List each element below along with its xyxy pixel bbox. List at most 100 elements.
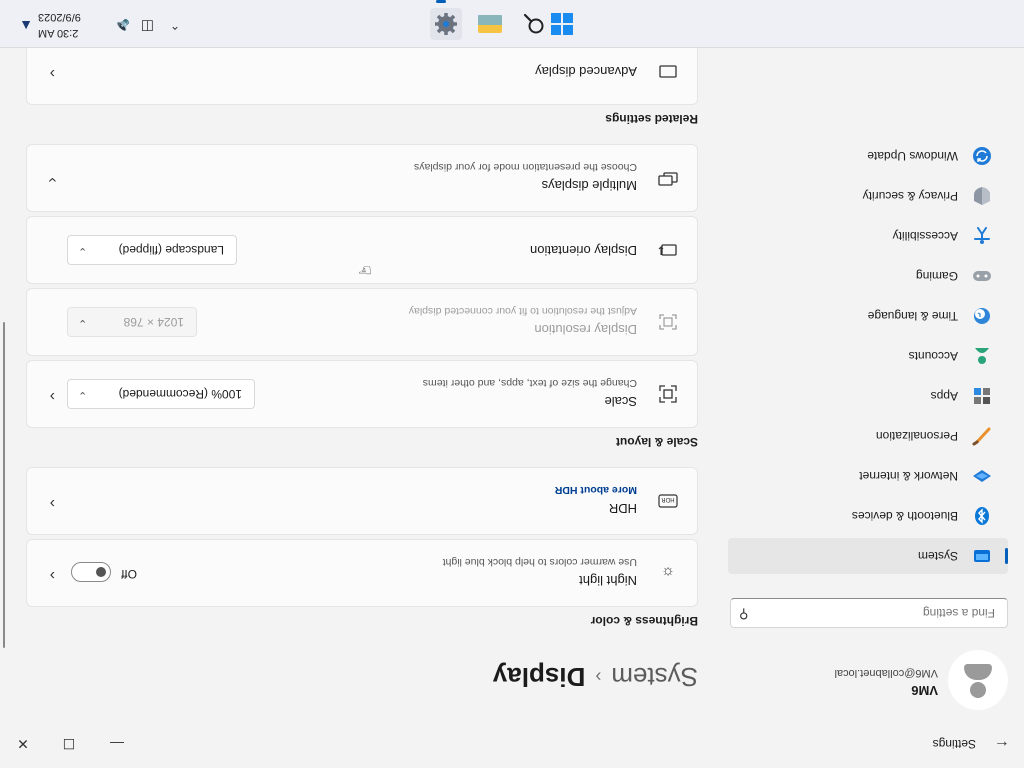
update-icon <box>972 146 992 166</box>
user-head-icon <box>970 682 986 698</box>
window-title: Settings <box>932 737 976 751</box>
sidebar-item-apps[interactable]: Apps <box>728 378 1008 414</box>
avatar[interactable] <box>948 650 1008 710</box>
chevron-up-icon[interactable]: ⌃ <box>170 18 180 32</box>
section-scale-layout: Scale & layout <box>615 435 698 449</box>
volume-icon[interactable]: 🔈 <box>113 18 130 35</box>
chevron-down-icon: ⌄ <box>78 245 88 257</box>
sidebar-item-windows-update[interactable]: Windows Update <box>728 138 1008 174</box>
taskbar-search-button[interactable] <box>518 8 550 40</box>
night-light-toggle[interactable] <box>71 562 111 582</box>
sidebar-item-label: Bluetooth & devices <box>851 509 958 523</box>
sidebar-item-bluetooth[interactable]: Bluetooth & devices <box>728 498 1008 534</box>
night-light-state: Off <box>121 567 137 581</box>
brightness-icon: ☼ <box>661 564 675 582</box>
svg-text:HDR: HDR <box>661 496 674 503</box>
gear-icon <box>435 13 457 35</box>
resolution-dropdown: 1024 × 768 ⌄ <box>67 307 197 337</box>
back-arrow-icon[interactable]: ← <box>994 736 1010 754</box>
account-name: VM6 <box>911 683 938 698</box>
start-button[interactable] <box>546 8 578 40</box>
chevron-right-icon[interactable]: › <box>50 387 55 405</box>
scale-value: 100% (Recommended) <box>118 387 242 401</box>
toggle-knob <box>96 567 106 577</box>
system-icon <box>972 546 992 566</box>
selection-indicator <box>1005 548 1008 564</box>
search-input[interactable] <box>773 605 997 621</box>
sidebar-item-time-language[interactable]: Time & language <box>728 298 1008 334</box>
globe-icon <box>972 306 992 326</box>
resolution-card: Display resolution Adjust the resolution… <box>26 288 698 356</box>
sidebar-item-label: Personalization <box>875 429 958 443</box>
settings-screen: ← Settings — ☐ ✕ VM6 VM6@collabnet.local… <box>0 0 1024 768</box>
maximize-button[interactable]: ☐ <box>46 730 92 758</box>
page-title: Display <box>492 662 586 692</box>
sidebar-item-label: Privacy & security <box>862 189 958 203</box>
clock-time: 2:30 AM <box>38 27 79 39</box>
scale-dropdown[interactable]: 100% (Recommended) ⌄ <box>67 379 255 409</box>
main-content: System › Display Brightness & color ☼ Nigh… <box>0 0 698 720</box>
multiple-displays-card[interactable]: Multiple displays Choose the presentatio… <box>26 144 698 212</box>
multiple-displays-subtitle: Choose the presentation mode for your di… <box>414 161 637 173</box>
breadcrumb-parent[interactable]: System <box>611 662 698 692</box>
night-light-subtitle: Use warmer colors to help block blue lig… <box>442 556 637 568</box>
breadcrumb-chevron-icon: › <box>595 667 602 687</box>
windows-logo-icon <box>551 13 573 35</box>
orientation-icon <box>657 239 679 261</box>
sidebar-item-label: Time & language <box>867 309 958 323</box>
hdr-icon: HDR <box>657 490 679 512</box>
title-bar: ← Settings — ☐ ✕ <box>0 720 1024 768</box>
search-box[interactable]: ⚲ <box>730 598 1008 628</box>
sidebar-item-network[interactable]: Network & internet <box>728 458 1008 494</box>
multiple-displays-icon <box>657 167 679 189</box>
scale-card[interactable]: Scale Change the size of text, apps, and… <box>26 360 698 428</box>
close-button[interactable]: ✕ <box>0 730 46 758</box>
hdr-card[interactable]: HDR HDR More about HDR › <box>26 467 698 535</box>
search-icon[interactable]: ⚲ <box>739 606 749 622</box>
clock-date: 9/9/2023 <box>38 11 81 23</box>
sidebar-item-label: Windows Update <box>867 149 958 163</box>
network-icon <box>972 466 992 486</box>
sidebar-item-accessibility[interactable]: Accessibility <box>728 218 1008 254</box>
sidebar-nav: System Bluetooth & devices Network & int… <box>728 134 1008 574</box>
resolution-value: 1024 × 768 <box>123 315 184 329</box>
hdr-link[interactable]: More about HDR <box>555 484 637 496</box>
section-related-settings: Related settings <box>605 112 698 126</box>
notification-bell-icon[interactable]: ▲ <box>19 18 33 34</box>
sidebar-item-label: Gaming <box>915 269 958 283</box>
sidebar-item-personalization[interactable]: Personalization <box>728 418 1008 454</box>
network-tray-icon[interactable]: ◫ <box>141 18 154 35</box>
orientation-dropdown[interactable]: Landscape (flipped) ⌄ <box>67 235 237 265</box>
file-explorer-button[interactable] <box>474 8 506 40</box>
sidebar-item-label: Apps <box>930 389 958 403</box>
folder-icon <box>478 15 502 33</box>
brush-icon <box>972 426 992 446</box>
scrollbar[interactable] <box>3 322 5 648</box>
night-light-card[interactable]: ☼ Night light Use warmer colors to help … <box>26 539 698 607</box>
sidebar-item-accounts[interactable]: Accounts <box>728 338 1008 374</box>
sidebar-item-gaming[interactable]: Gaming <box>728 258 1008 294</box>
accounts-icon <box>972 346 992 366</box>
active-app-indicator <box>436 0 446 3</box>
apps-icon <box>972 386 992 406</box>
accessibility-icon <box>972 226 992 246</box>
sidebar-item-privacy[interactable]: Privacy & security <box>728 178 1008 214</box>
breadcrumb: System › Display <box>493 661 698 692</box>
scale-icon <box>657 383 679 405</box>
sidebar-item-label: Accounts <box>908 349 958 363</box>
chevron-right-icon[interactable]: › <box>50 566 55 584</box>
chevron-right-icon[interactable]: › <box>50 494 55 512</box>
user-body-icon <box>964 664 992 680</box>
settings-app-button[interactable] <box>430 8 462 40</box>
clock[interactable]: 2:30 AM 9/9/2023 <box>38 9 98 41</box>
sidebar-item-system[interactable]: System <box>728 538 1008 574</box>
section-brightness-color: Brightness & color <box>590 614 698 628</box>
account-email: VM6@collabnet.local <box>834 667 939 679</box>
advanced-display-title: Advanced display <box>535 64 637 79</box>
bluetooth-icon <box>972 506 992 526</box>
minimize-button[interactable]: — <box>94 730 140 758</box>
chevron-down-icon[interactable]: › <box>43 177 61 182</box>
hdr-title: HDR <box>608 501 637 516</box>
chevron-right-icon[interactable]: › <box>50 64 55 82</box>
night-light-title: Night light <box>579 573 637 588</box>
